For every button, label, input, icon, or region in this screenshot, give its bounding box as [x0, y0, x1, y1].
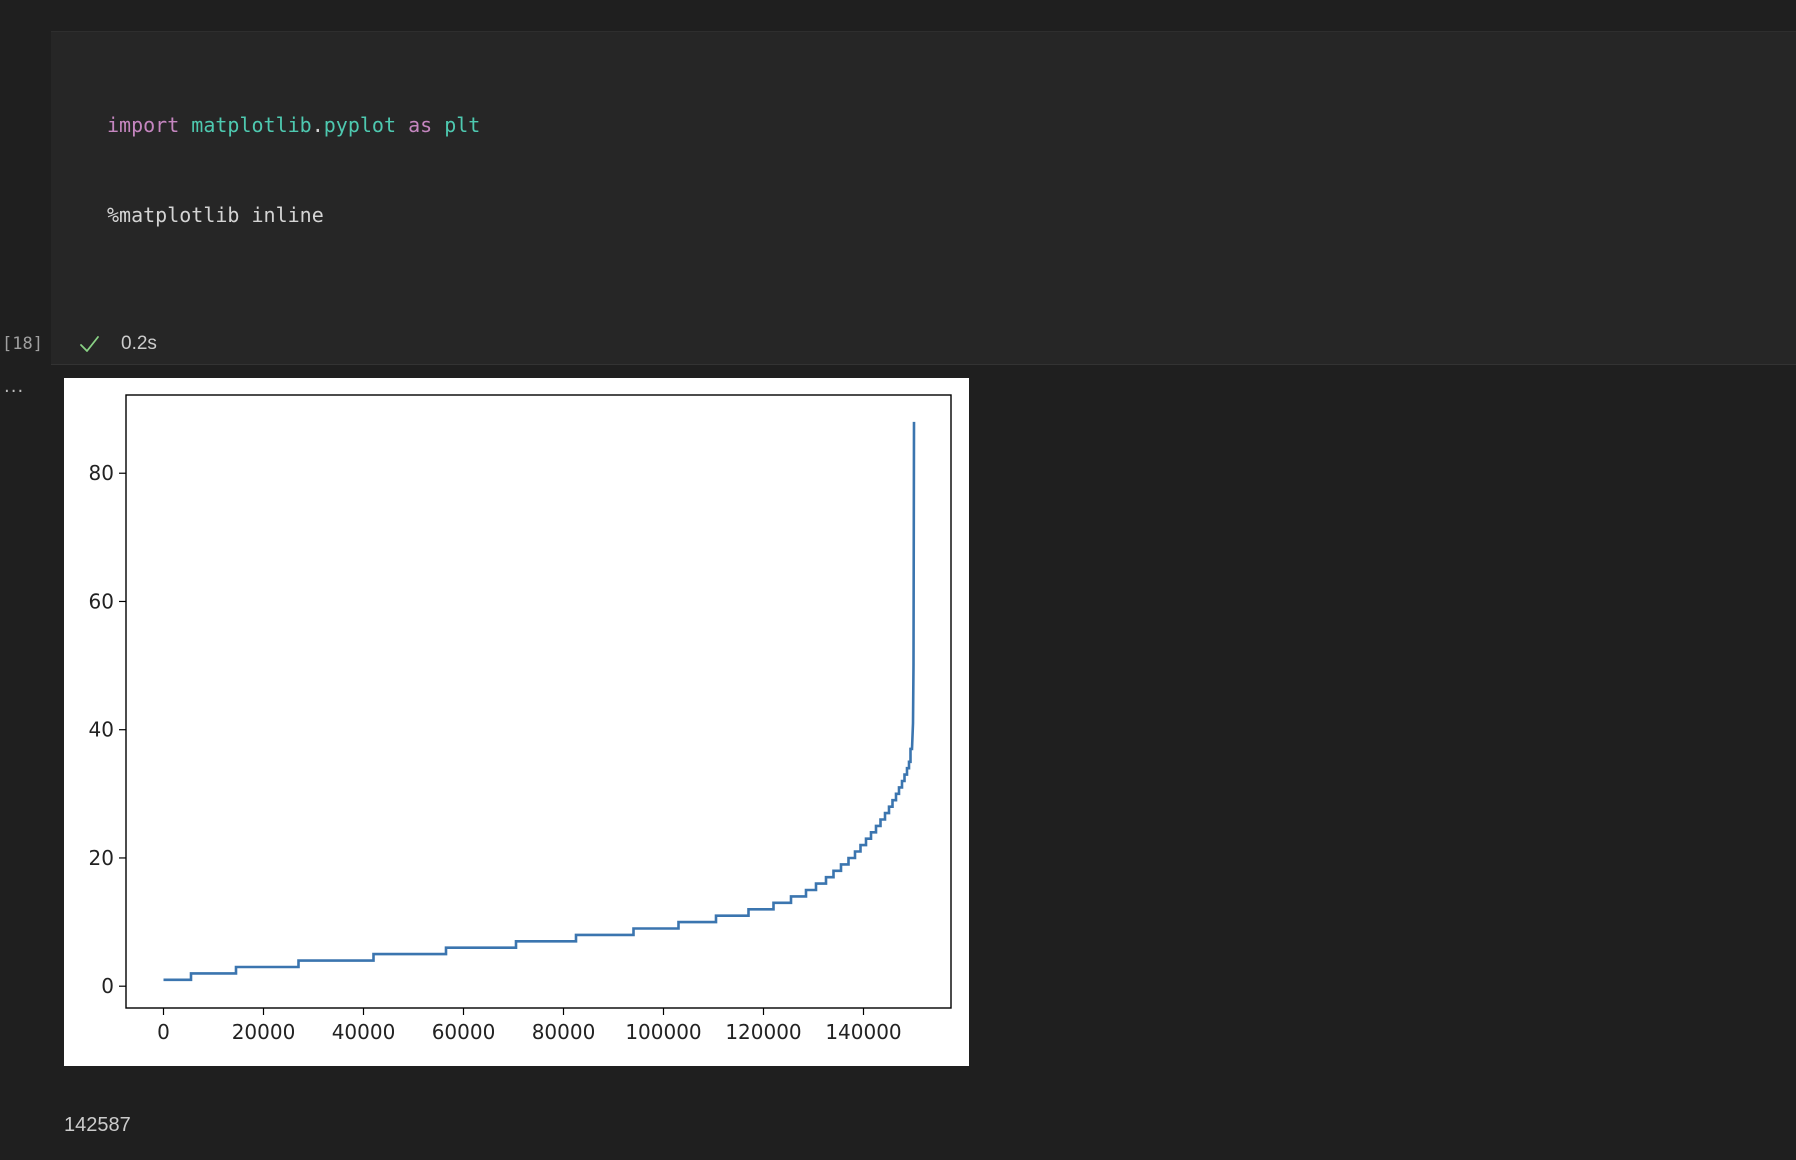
y-tick-label: 20 — [89, 846, 114, 870]
token: import — [107, 113, 180, 137]
notebook-page: import matplotlib.pyplot as plt %matplot… — [0, 0, 1796, 1160]
x-tick-label: 140000 — [825, 1020, 901, 1044]
execution-time: 0.2s — [121, 333, 157, 354]
x-tick-label: 60000 — [432, 1020, 496, 1044]
token: plt — [444, 113, 481, 137]
plot-output: 0 20000 40000 60000 80000 100000 120000 140000 0… — [64, 378, 969, 1066]
check-icon — [80, 336, 99, 352]
y-tick-label: 60 — [89, 589, 114, 613]
y-tick-label: 40 — [89, 718, 114, 742]
x-tick-label: 0 — [157, 1020, 170, 1044]
x-tick-label: 100000 — [625, 1020, 701, 1044]
x-tick-label: 20000 — [232, 1020, 296, 1044]
y-tick-label: 0 — [101, 974, 114, 998]
x-tick-label: 120000 — [725, 1020, 801, 1044]
code-line-2: %matplotlib inline — [107, 200, 781, 230]
execution-count: [18] — [2, 334, 43, 354]
code-line-1: import matplotlib.pyplot as plt — [107, 110, 781, 140]
output-more-icon[interactable]: ... — [4, 376, 24, 397]
x-tick-label: 40000 — [332, 1020, 396, 1044]
series-line-0 — [163, 421, 916, 982]
line-chart: 0 20000 40000 60000 80000 100000 120000 140000 0… — [89, 394, 952, 1044]
token: as — [408, 113, 433, 137]
token: matplotlib — [191, 113, 312, 137]
x-tick-label: 80000 — [532, 1020, 596, 1044]
stdout-output: 142587 — [64, 1114, 131, 1136]
axes-frame — [125, 394, 952, 1009]
y-tick-label: 80 — [89, 461, 114, 485]
token: %matplotlib inline — [107, 203, 324, 227]
token: pyplot — [323, 113, 397, 137]
token: . — [311, 113, 324, 137]
